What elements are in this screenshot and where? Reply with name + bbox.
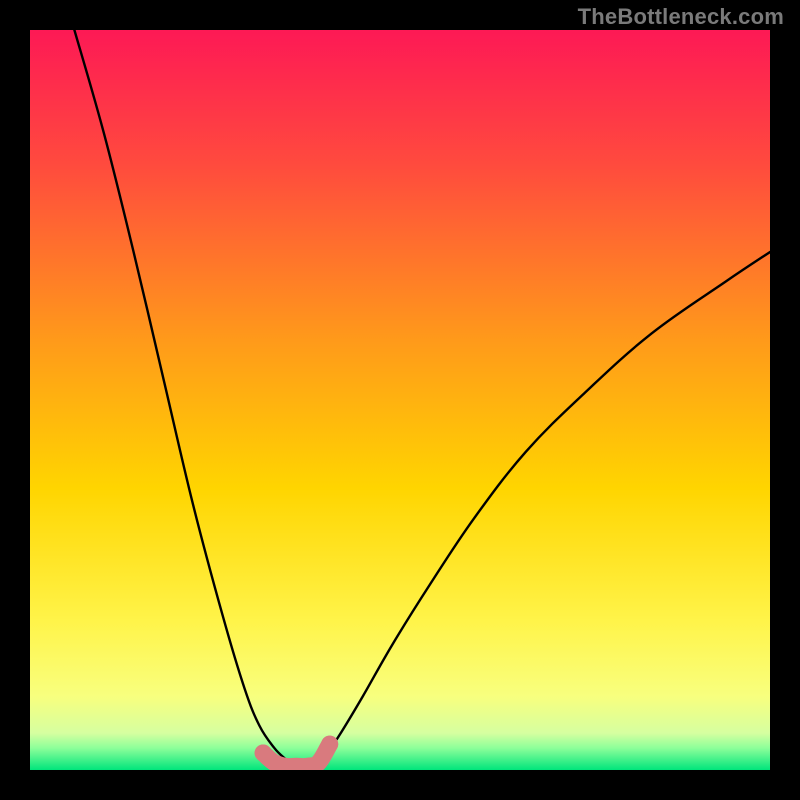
watermark-label: TheBottleneck.com [578, 4, 784, 30]
chart-svg [30, 30, 770, 770]
plot-area [30, 30, 770, 770]
chart-frame: TheBottleneck.com [0, 0, 800, 800]
gradient-background [30, 30, 770, 770]
